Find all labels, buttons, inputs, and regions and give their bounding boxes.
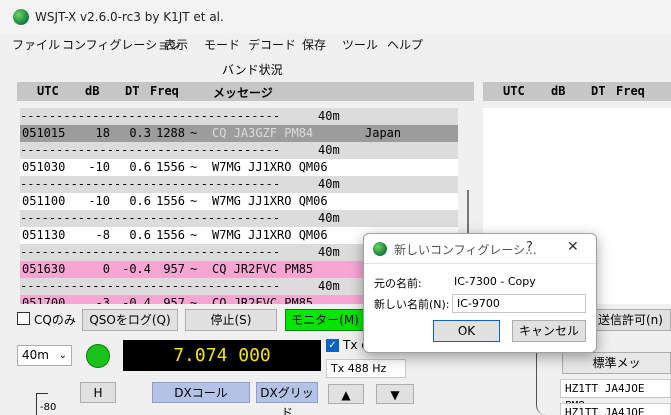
- rx-col-freq: Freq: [616, 84, 645, 98]
- band-select-value: 40m: [22, 348, 49, 362]
- col-db: dB: [85, 84, 100, 98]
- status-led: [86, 344, 110, 368]
- message-field-2[interactable]: HZ1TT JA4JOE -15: [560, 403, 671, 415]
- menu-bar: ファイル コンフィグレーション 表示 モード デコード 保存 ツール ヘルプ: [0, 34, 671, 54]
- stop-button[interactable]: 停止(S): [185, 309, 277, 331]
- col-dt: DT: [125, 84, 140, 98]
- cancel-button[interactable]: キャンセル: [512, 320, 586, 342]
- decode-row[interactable]: 051100 -10 0.6 1556 ~ W7MG JJ1XRO QM06: [20, 193, 458, 210]
- original-name-value: IC-7300 - Copy: [454, 275, 536, 288]
- band-separator: ------------------------------------ 40m: [20, 210, 458, 227]
- band-separator: ------------------------------------ 40m: [20, 142, 458, 159]
- standard-messages-tab[interactable]: 標準メッ: [562, 352, 671, 374]
- monitor-button[interactable]: モニター(M): [285, 309, 365, 331]
- band-select[interactable]: 40m ⌄: [17, 345, 72, 366]
- original-name-label: 元の名前:: [374, 277, 422, 290]
- tx-frequency-spinbox[interactable]: Tx 488 Hz: [326, 359, 406, 378]
- ok-button[interactable]: OK: [433, 320, 500, 342]
- new-configuration-dialog: 新しいコンフィグレーシ... ? ✕ 元の名前: IC-7300 - Copy …: [363, 233, 597, 353]
- menu-decode[interactable]: デコード: [248, 36, 296, 53]
- rx-col-dt: DT: [591, 84, 606, 98]
- menu-file[interactable]: ファイル: [12, 36, 60, 53]
- new-name-label: 新しい名前(N):: [374, 298, 450, 311]
- dx-grid-label: DXグリッド: [256, 382, 318, 415]
- new-name-input[interactable]: IC-9700: [452, 294, 586, 313]
- dialog-title: 新しいコンフィグレーシ...: [394, 243, 537, 257]
- band-separator: ------------------------------------ 40m: [20, 108, 458, 125]
- menu-save[interactable]: 保存: [302, 36, 326, 53]
- band-activity-title: バンド状況: [222, 63, 283, 77]
- col-message: メッセージ: [213, 86, 273, 100]
- help-icon[interactable]: ?: [526, 240, 533, 255]
- band-activity-header: UTC dB DT Freq メッセージ: [17, 82, 474, 101]
- band-separator: ------------------------------------ 40m: [20, 176, 458, 193]
- col-freq: Freq: [150, 84, 179, 98]
- title-bar: WSJT-X v2.6.0-rc3 by K1JT et al.: [0, 0, 671, 34]
- dx-call-label: DXコール: [152, 382, 250, 403]
- menu-help[interactable]: ヘルプ: [387, 36, 423, 53]
- app-globe-icon: [373, 242, 387, 256]
- close-icon[interactable]: ✕: [567, 239, 579, 255]
- app-globe-icon: [13, 9, 29, 25]
- menu-view[interactable]: 表示: [164, 36, 188, 53]
- cq-only-checkbox[interactable]: [17, 312, 30, 325]
- rx-col-db: dB: [551, 84, 566, 98]
- meter-scale-label: -80: [40, 402, 57, 413]
- decode-row[interactable]: 051015 18 0.3 1288 ~ CQ JA3GZF PM84 Japan: [20, 125, 458, 142]
- tx-even-checkbox[interactable]: ✓: [326, 339, 339, 352]
- cq-only-label: CQのみ: [34, 313, 76, 327]
- menu-tools[interactable]: ツール: [342, 36, 378, 53]
- message-field-1[interactable]: HZ1TT JA4JOE PM8: [560, 379, 671, 412]
- col-utc: UTC: [37, 84, 59, 98]
- freq-down-button[interactable]: ▼: [376, 384, 414, 404]
- rx-frequency-header: UTC dB DT Freq: [483, 82, 671, 101]
- window-title: WSJT-X v2.6.0-rc3 by K1JT et al.: [35, 10, 224, 24]
- chevron-down-icon: ⌄: [58, 350, 67, 361]
- decode-row[interactable]: 051030 -10 0.6 1556 ~ W7MG JJ1XRO QM06: [20, 159, 458, 176]
- dialog-title-bar: 新しいコンフィグレーシ... ? ✕: [364, 234, 596, 264]
- freq-up-button[interactable]: ▲: [328, 384, 364, 404]
- log-qso-button[interactable]: QSOをログ(Q): [82, 309, 178, 331]
- enable-tx-button[interactable]: 送信許可(n): [590, 309, 671, 331]
- dial-frequency-display: 7.074 000: [123, 340, 321, 371]
- rx-col-utc: UTC: [503, 84, 525, 98]
- h-button[interactable]: H: [80, 382, 116, 403]
- menu-mode[interactable]: モード: [204, 36, 240, 53]
